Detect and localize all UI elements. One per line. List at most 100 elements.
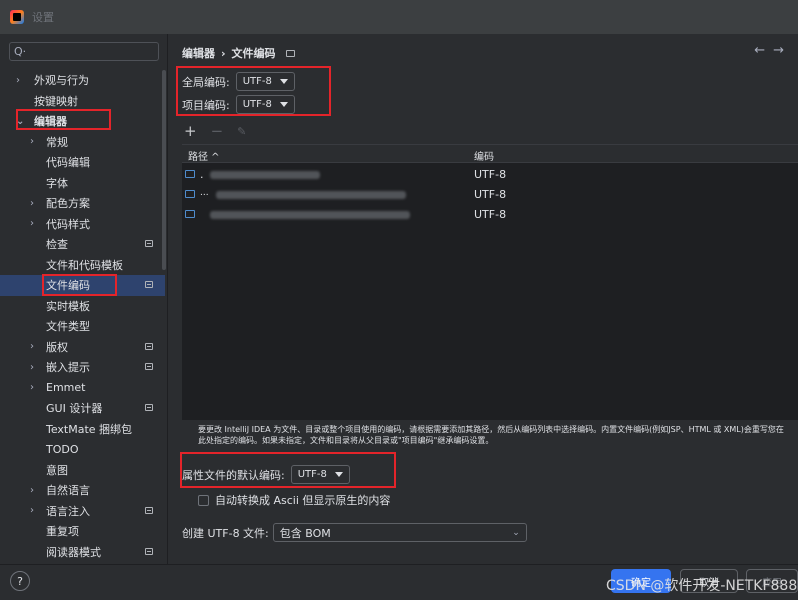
chevron-right-icon: › — [16, 74, 20, 86]
sidebar-item-label: 按键映射 — [34, 94, 78, 108]
window-title: 设置 — [32, 11, 54, 24]
bom-select[interactable]: 包含 BOM ⌄ — [272, 523, 527, 542]
ascii-checkbox-row[interactable]: 自动转换成 Ascii 但显示原生的内容 — [198, 492, 390, 508]
chevron-right-icon: › — [30, 382, 34, 394]
project-scope-icon — [145, 240, 153, 247]
add-icon[interactable]: + — [184, 122, 197, 140]
breadcrumb-parent[interactable]: 编辑器 — [182, 45, 215, 61]
table-header: 路径 ^ 编码 — [182, 145, 798, 163]
encoding-cell[interactable]: UTF-8 — [474, 168, 506, 181]
sidebar-item-intentions[interactable]: 意图 — [0, 460, 165, 481]
encoding-cell[interactable]: UTF-8 — [474, 188, 506, 201]
table-row[interactable]: . UTF-8 — [182, 165, 798, 185]
sidebar-item-file-templates[interactable]: 文件和代码模板 — [0, 255, 165, 276]
sidebar-item-label: 重复项 — [46, 525, 79, 539]
paths-toolbar: + − ✎ — [184, 122, 246, 140]
sidebar-item-duplicates[interactable]: 重复项 — [0, 521, 165, 542]
sidebar-item-language-injections[interactable]: › 语言注入 — [0, 501, 165, 522]
sidebar-item-appearance[interactable]: › 外观与行为 — [0, 70, 165, 91]
sidebar-item-code-style[interactable]: › 代码样式 — [0, 214, 165, 235]
sidebar-item-todo[interactable]: TODO — [0, 439, 165, 460]
sidebar-item-label: 语言注入 — [46, 504, 90, 518]
sidebar-item-label: 阅读器模式 — [46, 545, 101, 559]
chevron-down-icon: ⌄ — [16, 115, 25, 127]
sidebar-item-label: 外观与行为 — [34, 74, 89, 88]
folder-icon — [185, 210, 195, 218]
column-header-path[interactable]: 路径 ^ — [188, 148, 220, 163]
sidebar-item-inlay-hints[interactable]: › 嵌入提示 — [0, 357, 165, 378]
caret-down-icon — [279, 102, 288, 107]
global-encoding-label: 全局编码: — [182, 75, 230, 89]
project-scope-icon — [285, 49, 295, 57]
sidebar-item-color-scheme[interactable]: › 配色方案 — [0, 193, 165, 214]
sidebar-item-keymap[interactable]: 按键映射 — [0, 91, 165, 112]
redacted-path — [210, 211, 410, 219]
project-scope-icon — [145, 363, 153, 370]
paths-table: 路径 ^ 编码 . UTF-8 ... UTF-8 UTF-8 — [182, 144, 798, 420]
help-button[interactable]: ? — [10, 571, 30, 591]
global-encoding-dropdown[interactable]: UTF-8 — [235, 72, 295, 91]
sidebar-item-font[interactable]: 字体 — [0, 173, 165, 194]
project-encoding-dropdown[interactable]: UTF-8 — [235, 95, 295, 114]
sidebar-item-emmet[interactable]: › Emmet — [0, 378, 165, 399]
forward-arrow-icon[interactable]: → — [773, 43, 792, 58]
sidebar-item-copyright[interactable]: › 版权 — [0, 337, 165, 358]
intellij-logo-icon — [10, 10, 24, 24]
properties-encoding-label: 属性文件的默认编码: — [182, 468, 285, 482]
properties-encoding-dropdown[interactable]: UTF-8 — [290, 465, 350, 484]
sidebar-item-file-encodings[interactable]: 文件编码 — [0, 275, 165, 296]
sidebar-item-editor[interactable]: ⌄ 编辑器 — [0, 111, 165, 132]
project-scope-icon — [145, 342, 153, 350]
apply-button[interactable]: 应用 — [746, 569, 798, 593]
remove-icon[interactable]: − — [211, 122, 224, 140]
sidebar-item-general[interactable]: › 常规 — [0, 132, 165, 153]
back-arrow-icon[interactable]: ← — [754, 43, 773, 58]
sidebar-item-label: GUI 设计器 — [46, 402, 103, 416]
sidebar-item-label: 常规 — [46, 135, 68, 149]
encoding-cell[interactable]: UTF-8 — [474, 208, 506, 221]
sidebar-item-inspections[interactable]: 检查 — [0, 234, 165, 255]
sidebar-item-label: 文件和代码模板 — [46, 258, 123, 272]
sidebar-item-textmate[interactable]: TextMate 捆绑包 — [0, 419, 165, 440]
dropdown-value: UTF-8 — [242, 99, 272, 110]
sidebar-item-label: 实时模板 — [46, 299, 90, 313]
bom-label: 创建 UTF-8 文件: — [182, 526, 269, 540]
cancel-button[interactable]: 取消 — [680, 569, 738, 593]
edit-icon[interactable]: ✎ — [237, 125, 246, 138]
sidebar-item-live-templates[interactable]: 实时模板 — [0, 296, 165, 317]
sidebar-item-label: 嵌入提示 — [46, 361, 90, 375]
project-encoding-row: 项目编码: UTF-8 — [182, 95, 295, 114]
sidebar-item-reader-mode[interactable]: 阅读器模式 — [0, 542, 165, 563]
table-row[interactable]: UTF-8 — [182, 205, 798, 225]
dropdown-value: UTF-8 — [242, 76, 272, 87]
dialog-footer: ? 确定 取消 应用 — [0, 564, 798, 600]
folder-icon — [185, 190, 195, 198]
path-prefix: . — [200, 168, 204, 181]
sidebar-item-label: 代码样式 — [46, 217, 90, 231]
sidebar-item-gui-designer[interactable]: GUI 设计器 — [0, 398, 165, 419]
search-input[interactable]: Q· — [9, 42, 159, 61]
sidebar-item-label: 代码编辑 — [46, 156, 90, 170]
chevron-right-icon: › — [30, 136, 34, 148]
project-scope-icon — [145, 547, 153, 555]
sidebar-item-label: TODO — [46, 442, 79, 456]
settings-sidebar: Q· › 外观与行为 按键映射 ⌄ 编辑器 › 常规 代码编辑 字体 › 配色方案 › 代… — [0, 34, 168, 564]
chevron-right-icon: › — [30, 197, 34, 209]
ascii-checkbox[interactable] — [198, 494, 209, 506]
chevron-right-icon: › — [30, 361, 34, 373]
bom-row: 创建 UTF-8 文件: 包含 BOM ⌄ — [182, 523, 527, 542]
sidebar-item-label: 编辑器 — [34, 115, 67, 129]
breadcrumb: 编辑器 › 文件编码 — [182, 45, 295, 61]
caret-down-icon — [334, 472, 343, 477]
ok-button[interactable]: 确定 — [611, 569, 671, 593]
sidebar-item-file-types[interactable]: 文件类型 — [0, 316, 165, 337]
sidebar-item-natural-languages[interactable]: › 自然语言 — [0, 480, 165, 501]
sidebar-item-label: 文件类型 — [46, 320, 90, 334]
folder-icon — [185, 170, 195, 178]
sidebar-item-code-editing[interactable]: 代码编辑 — [0, 152, 165, 173]
encoding-help-text: 要更改 IntelliJ IDEA 为文件、目录或整个项目使用的编码，请根据需要… — [198, 425, 784, 445]
column-header-encoding[interactable]: 编码 — [474, 148, 494, 163]
table-row[interactable]: ... UTF-8 — [182, 185, 798, 205]
redacted-path — [216, 191, 406, 199]
chevron-right-icon: › — [30, 484, 34, 496]
